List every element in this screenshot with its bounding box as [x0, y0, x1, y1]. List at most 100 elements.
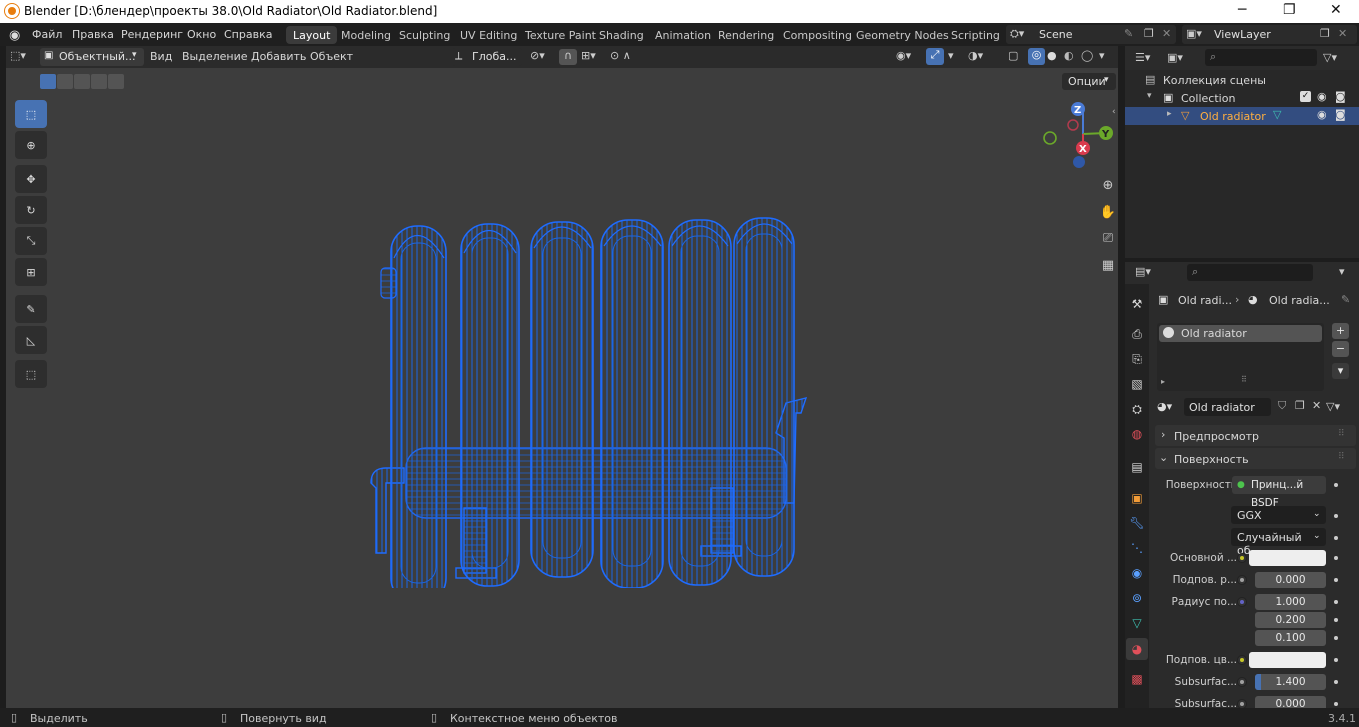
- surface-shader-selector[interactable]: ● Принц...й BSDF: [1232, 476, 1326, 509]
- slot-specials-button[interactable]: ▾: [1332, 363, 1349, 379]
- orientation-selector[interactable]: ⟂ Глоба...: [452, 48, 522, 66]
- scale-tool[interactable]: ⤡: [15, 227, 47, 255]
- snap-icon[interactable]: ∩: [559, 49, 577, 65]
- blender-menu-icon[interactable]: ◉: [9, 28, 20, 43]
- object-tab-icon[interactable]: ▣: [1128, 489, 1146, 507]
- collection-tab-icon[interactable]: ▤: [1128, 458, 1146, 476]
- input-socket-icon[interactable]: [1237, 575, 1247, 585]
- scene-tab-icon[interactable]: ⛭: [1128, 400, 1146, 418]
- zoom-icon[interactable]: ⊕: [1098, 175, 1118, 195]
- menu-add[interactable]: Добавить: [251, 50, 306, 63]
- render-tab-icon[interactable]: ⎙: [1128, 325, 1146, 343]
- world-tab-icon[interactable]: ◍: [1128, 425, 1146, 443]
- keyframe-dot[interactable]: [1334, 556, 1338, 560]
- material-datablock[interactable]: ◕▾ Old radiator ⛉ ❐ ✕: [1157, 398, 1324, 416]
- close-button[interactable]: ✕: [1330, 2, 1342, 18]
- material-shading-icon[interactable]: ◐: [1064, 49, 1074, 62]
- object-row-old-radiator[interactable]: ▸ ▽ Old radiator ▽ ◉ ◙: [1125, 107, 1359, 125]
- keyframe-dot[interactable]: [1334, 483, 1338, 487]
- camera-icon[interactable]: ◙: [1335, 90, 1346, 103]
- snap-target-icon[interactable]: ⊞▾: [581, 49, 596, 62]
- new-view-layer-icon[interactable]: ❐: [1320, 27, 1330, 40]
- overlay-icon[interactable]: ◑▾: [968, 49, 983, 62]
- maximize-button[interactable]: ❐: [1283, 2, 1296, 18]
- visibility-icon[interactable]: ◉▾: [896, 49, 911, 62]
- camera-view-icon[interactable]: ⎚: [1098, 228, 1118, 248]
- tab-rendering[interactable]: Rendering: [711, 26, 781, 44]
- select-mode-intersect-icon[interactable]: [108, 74, 124, 89]
- filter-icon[interactable]: ▽▾: [1323, 51, 1337, 64]
- modifier-tab-icon[interactable]: 🔧︎: [1128, 514, 1146, 532]
- output-tab-icon[interactable]: ⎘: [1128, 350, 1146, 368]
- 3d-viewport[interactable]: ⬚ ⊕ ✥ ↻ ⤡ ⊞ ✎ ◺ ⬚ Опции ▾ Z Y X ⊕ ✋ ⎚ ▦ …: [6, 68, 1118, 708]
- tab-animation[interactable]: Animation: [648, 26, 718, 44]
- resize-handle-icon[interactable]: ⠿: [1241, 375, 1247, 384]
- subsurface-method-dropdown[interactable]: Случайный об... ⌄: [1231, 528, 1326, 557]
- remove-slot-button[interactable]: −: [1332, 341, 1349, 357]
- tool-tab-icon[interactable]: ⚒: [1128, 295, 1146, 313]
- rendered-shading-icon[interactable]: ◯: [1081, 49, 1093, 62]
- view-layer-tab-icon[interactable]: ▧: [1128, 375, 1146, 393]
- select-mode-subtract-icon[interactable]: [74, 74, 90, 89]
- menu-help[interactable]: Справка: [224, 28, 272, 41]
- menu-render[interactable]: Рендеринг: [121, 28, 183, 41]
- keyframe-dot[interactable]: [1334, 702, 1338, 706]
- tab-modeling[interactable]: Modeling: [334, 26, 398, 44]
- outliner-editor-icon[interactable]: ☰▾: [1135, 51, 1150, 64]
- add-slot-button[interactable]: +: [1332, 323, 1349, 339]
- expand-arrow-icon[interactable]: ▸: [1161, 377, 1165, 386]
- menu-window[interactable]: Окно: [187, 28, 216, 41]
- number-field[interactable]: 0.200: [1255, 612, 1326, 628]
- tab-shading[interactable]: Shading: [592, 26, 651, 44]
- view-layer-selector[interactable]: ▣▾ ViewLayer ❐ ✕: [1182, 25, 1357, 44]
- new-scene-icon[interactable]: ❐: [1144, 27, 1154, 40]
- unlink-icon[interactable]: ✕: [1312, 399, 1321, 412]
- delete-scene-icon[interactable]: ✕: [1162, 27, 1171, 40]
- gizmo-dropdown-icon[interactable]: ▾: [948, 49, 954, 62]
- link-icon[interactable]: ▽▾: [1326, 400, 1340, 413]
- rotate-tool[interactable]: ↻: [15, 196, 47, 224]
- outliner-search-input[interactable]: ⌕: [1205, 49, 1317, 66]
- eye-icon[interactable]: ◉: [1317, 108, 1327, 121]
- shading-dropdown-icon[interactable]: ▾: [1099, 49, 1105, 62]
- surface-panel-header[interactable]: ⌄ Поверхность ⠿: [1155, 448, 1356, 469]
- keyframe-dot[interactable]: [1334, 600, 1338, 604]
- input-socket-icon[interactable]: [1237, 677, 1247, 687]
- eye-icon[interactable]: ◉: [1317, 90, 1327, 103]
- keyframe-dot[interactable]: [1334, 618, 1338, 622]
- properties-editor-icon[interactable]: ▤▾: [1135, 265, 1151, 278]
- menu-file[interactable]: Файл: [32, 28, 62, 41]
- material-slot-list[interactable]: Old radiator ▸ ⠿: [1157, 323, 1324, 391]
- xray-icon[interactable]: ▢: [1008, 49, 1018, 62]
- select-mode-extend-icon[interactable]: [57, 74, 73, 89]
- menu-edit[interactable]: Правка: [72, 28, 114, 41]
- cursor-tool[interactable]: ⊕: [15, 131, 47, 159]
- number-field[interactable]: 1.400: [1255, 674, 1326, 690]
- drag-handle-icon[interactable]: ⠿: [1338, 429, 1345, 439]
- proportional-edit-icon[interactable]: ⊙ ∧: [610, 49, 631, 62]
- tab-sculpting[interactable]: Sculpting: [392, 26, 457, 44]
- scene-collection-row[interactable]: ▤ Коллекция сцены: [1125, 71, 1359, 89]
- gizmo-toggle-icon[interactable]: ⤢: [926, 48, 944, 65]
- grid-view-icon[interactable]: ▦: [1098, 255, 1118, 275]
- pan-hand-icon[interactable]: ✋: [1098, 202, 1118, 222]
- checkbox-icon[interactable]: ✓: [1300, 91, 1311, 102]
- collection-row[interactable]: ▾ ▣ Collection ✓ ◉ ◙: [1125, 89, 1359, 107]
- tab-compositing[interactable]: Compositing: [776, 26, 859, 44]
- material-slot[interactable]: Old radiator: [1159, 325, 1322, 342]
- data-tab-icon[interactable]: ▽: [1128, 614, 1146, 632]
- wireframe-shading-icon[interactable]: ◎: [1028, 48, 1045, 65]
- keyframe-dot[interactable]: [1334, 636, 1338, 640]
- color-swatch[interactable]: [1249, 652, 1326, 668]
- menu-select[interactable]: Выделение: [182, 50, 248, 63]
- keyframe-dot[interactable]: [1334, 536, 1338, 540]
- menu-view[interactable]: Вид: [150, 50, 172, 63]
- select-mode-invert-icon[interactable]: [91, 74, 107, 89]
- tab-texture-paint[interactable]: Texture Paint: [518, 26, 603, 44]
- mode-selector[interactable]: ▣ Объектный... ▾: [40, 48, 144, 66]
- tab-layout[interactable]: Layout: [286, 26, 338, 44]
- chevron-down-icon[interactable]: ▾: [1339, 265, 1345, 278]
- number-field[interactable]: 0.100: [1255, 630, 1326, 646]
- pin-icon[interactable]: ✎: [1124, 27, 1133, 40]
- tab-scripting[interactable]: Scripting: [944, 26, 1007, 44]
